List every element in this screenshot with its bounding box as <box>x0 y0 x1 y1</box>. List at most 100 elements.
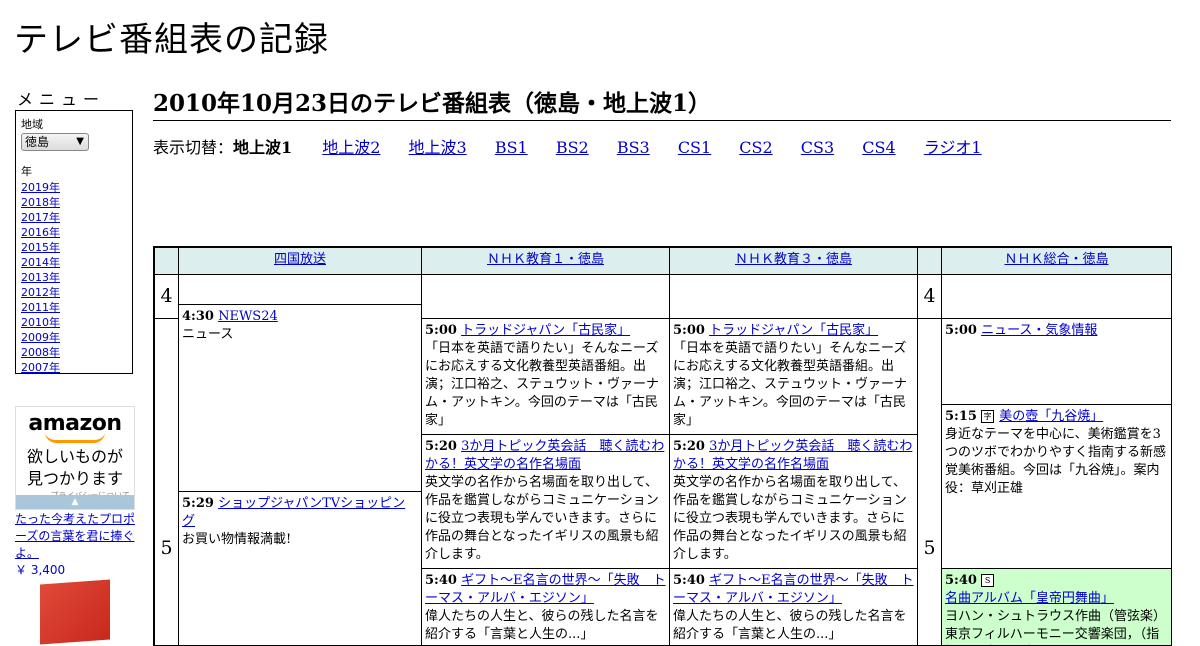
year-link[interactable]: 2019年 <box>21 181 60 194</box>
program-description: 偉人たちの人生と、彼らの残した名言を紹介する「言葉と人生の...」 <box>425 609 659 642</box>
program-time: 5:29 <box>182 496 214 511</box>
hour-label: 5 <box>154 318 179 645</box>
program-title-link[interactable]: ギフト～E名言の世界～「失敗 トーマス・アルバ・エジソン」 <box>673 573 914 606</box>
program-time: 5:00 <box>673 323 705 338</box>
year-link[interactable]: 2010年 <box>21 316 60 329</box>
region-select-value: 徳島 <box>25 135 50 149</box>
region-select[interactable]: 徳島 ▼ <box>21 133 89 151</box>
empty-slot <box>421 274 670 319</box>
program-time: 5:40 <box>673 573 705 588</box>
menu-label: メニュー <box>17 90 106 109</box>
program-description: 「日本を英語で語りたい」そんなニーズにお応えする文化教養型英語番組。出演；江口裕… <box>425 341 660 428</box>
switcher-link[interactable]: CS2 <box>739 138 772 157</box>
channel-header: 四国放送 <box>178 247 422 275</box>
switcher-link[interactable]: BS1 <box>495 138 528 157</box>
program-cell: 5:15 字 美の壺「九谷焼」 身近なテーマを中心に、美術鑑賞を3つのツボでわか… <box>941 404 1171 569</box>
chevron-up-icon: ▲ <box>71 497 79 507</box>
menu-box: 地域 徳島 ▼ 年 2019年 2018年 2017年 2016年 2015年 … <box>15 110 133 374</box>
program-description: ニュース <box>182 327 234 342</box>
program-time: 5:20 <box>673 439 705 454</box>
program-cell: 5:40 ギフト～E名言の世界～「失敗 トーマス・アルバ・エジソン」 偉人たちの… <box>669 568 918 645</box>
channel-link[interactable]: ＮＨＫ教育１・徳島 <box>487 252 604 267</box>
hour-label: 4 <box>917 274 942 319</box>
ad-product: たった今考えたプロポーズの言葉を君に捧ぐよ。 ￥ 3,400 <box>15 511 137 579</box>
year-link[interactable]: 2015年 <box>21 241 60 254</box>
hour-label: 4 <box>154 274 179 319</box>
year-link[interactable]: 2011年 <box>21 301 60 314</box>
program-title-link[interactable]: ギフト～E名言の世界～「失敗 トーマス・アルバ・エジソン」 <box>425 573 666 606</box>
switcher-link[interactable]: BS2 <box>556 138 589 157</box>
channel-header: ＮＨＫ総合・徳島 <box>941 247 1171 275</box>
program-cell: 4:30 NEWS24 ニュース <box>178 304 422 492</box>
channel-link[interactable]: 四国放送 <box>274 252 326 267</box>
dropdown-arrow-icon: ▼ <box>76 136 84 147</box>
switcher-link[interactable]: BS3 <box>617 138 650 157</box>
switcher-link[interactable]: 地上波2 <box>322 138 380 157</box>
amazon-logo: amazon <box>28 411 122 436</box>
year-link[interactable]: 2012年 <box>21 286 60 299</box>
amazon-ad[interactable]: amazon 欲しいものが 見つかります プライバシーについて ▲ <box>15 406 135 510</box>
program-description: ヨハン・シュトラウス作曲（管弦楽）東京フィルハーモニー交響楽団，（指揮）円光寺雅… <box>945 609 1167 642</box>
program-time: 5:15 <box>945 409 977 424</box>
switcher-link[interactable]: 地上波3 <box>409 138 467 157</box>
empty-slot <box>178 274 422 305</box>
program-description: 英文学の名作から名場面を取り出して、作品を鑑賞しながらコミュニケーションに役立つ… <box>425 475 659 562</box>
program-title-link[interactable]: 3か月トピック英会話 聴く読むわかる！英文学の名作名場面 <box>425 439 664 472</box>
year-link[interactable]: 2014年 <box>21 256 60 269</box>
switcher-link[interactable]: ラジオ1 <box>924 138 982 157</box>
program-time: 5:00 <box>945 323 977 338</box>
channel-link[interactable]: ＮＨＫ総合・徳島 <box>1004 252 1108 267</box>
broadcast-switcher: 表示切替：地上波1 地上波2 地上波3 BS1 BS2 BS3 CS1 CS2 … <box>153 134 1005 158</box>
ad-product-price: ￥ 3,400 <box>15 563 66 577</box>
program-cell: 5:20 3か月トピック英会話 聴く読むわかる！英文学の名作名場面 英文学の名作… <box>669 434 918 569</box>
program-time: 4:30 <box>182 309 214 324</box>
channel-header: ＮＨＫ教育１・徳島 <box>421 247 670 275</box>
year-link[interactable]: 2016年 <box>21 226 60 239</box>
region-label: 地域 <box>21 118 43 131</box>
switcher-label: 表示切替： <box>153 138 234 157</box>
program-cell: 5:00 ニュース・気象情報 <box>941 318 1171 405</box>
ad-product-link[interactable]: たった今考えたプロポーズの言葉を君に捧ぐよ。 <box>15 512 135 560</box>
switcher-link[interactable]: CS4 <box>862 138 895 157</box>
program-description: 身近なテーマを中心に、美術鑑賞を3つのツボでわかりやすく指南する新感覚美術番組。… <box>945 427 1167 496</box>
program-description: 英文学の名作から名場面を取り出して、作品を鑑賞しながらコミュニケーションに役立つ… <box>673 475 907 562</box>
program-description: お買い物情報満載! <box>182 532 292 547</box>
program-title-link[interactable]: ショップジャパンTVショッピング <box>182 496 405 529</box>
empty-slot <box>941 274 1171 319</box>
program-cell: 5:40 S 名曲アルバム「皇帝円舞曲」 ヨハン・シュトラウス作曲（管弦楽）東京… <box>941 568 1171 645</box>
program-title-link[interactable]: トラッドジャパン「古民家」 <box>461 323 630 338</box>
program-time: 5:20 <box>425 439 457 454</box>
switcher-link[interactable]: CS3 <box>801 138 834 157</box>
year-link[interactable]: 2009年 <box>21 331 60 344</box>
program-cell: 5:00 トラッドジャパン「古民家」 「日本を英語で語りたい」そんなニーズにお応… <box>421 318 670 435</box>
switcher-link[interactable]: CS1 <box>678 138 711 157</box>
schedule-table: 四国放送 ＮＨＫ教育１・徳島 ＮＨＫ教育３・徳島 ＮＨＫ総合・徳島 4 5 4 … <box>153 246 1172 646</box>
program-title-link[interactable]: トラッドジャパン「古民家」 <box>709 323 878 338</box>
year-link[interactable]: 2007年 <box>21 361 60 374</box>
year-link[interactable]: 2018年 <box>21 196 60 209</box>
hour-header-corner <box>154 247 179 275</box>
program-cell: 5:29 ショップジャパンTVショッピング お買い物情報満載! <box>178 491 422 645</box>
channel-header: ＮＨＫ教育３・徳島 <box>669 247 918 275</box>
program-title-link[interactable]: 名曲アルバム「皇帝円舞曲」 <box>945 591 1114 606</box>
year-link[interactable]: 2008年 <box>21 346 60 359</box>
book-cover-image[interactable] <box>40 579 110 645</box>
program-title-link[interactable]: ニュース・気象情報 <box>981 323 1097 338</box>
ad-collapse-bar[interactable]: ▲ <box>16 495 134 509</box>
program-title-link[interactable]: 3か月トピック英会話 聴く読むわかる！英文学の名作名場面 <box>673 439 912 472</box>
program-time: 5:00 <box>425 323 457 338</box>
page-title: 2010年10月23日のテレビ番組表（徳島・地上波1） <box>153 84 1171 121</box>
site-title: テレビ番組表の記録 <box>14 20 329 60</box>
channel-link[interactable]: ＮＨＫ教育３・徳島 <box>735 252 852 267</box>
ad-tagline-1: 欲しいものが <box>26 447 123 466</box>
program-time: 5:40 <box>425 573 457 588</box>
year-link[interactable]: 2017年 <box>21 211 60 224</box>
hour-header-corner <box>917 247 942 275</box>
program-title-link[interactable]: 美の壺「九谷焼」 <box>999 409 1103 424</box>
program-description: 「日本を英語で語りたい」そんなニーズにお応えする文化教養型英語番組。出演；江口裕… <box>673 341 908 428</box>
ad-tagline-2: 見つかります <box>26 469 123 488</box>
empty-slot <box>669 274 918 319</box>
program-title-link[interactable]: NEWS24 <box>218 309 278 324</box>
program-cell: 5:40 ギフト～E名言の世界～「失敗 トーマス・アルバ・エジソン」 偉人たちの… <box>421 568 670 645</box>
year-link[interactable]: 2013年 <box>21 271 60 284</box>
